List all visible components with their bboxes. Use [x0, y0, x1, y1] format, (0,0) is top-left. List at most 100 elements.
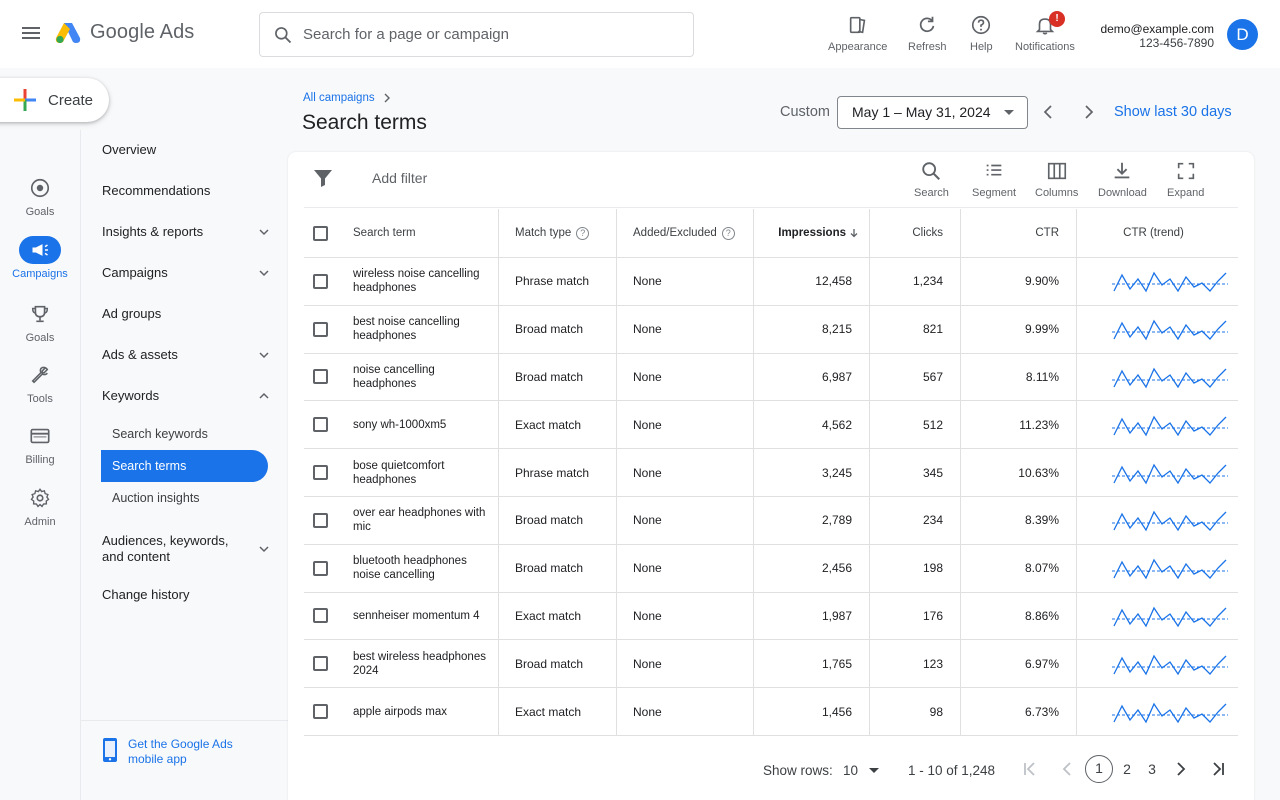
rows-per-page-dropdown[interactable]: 10	[843, 763, 880, 778]
row-checkbox[interactable]	[313, 273, 328, 289]
column-divider	[1076, 258, 1077, 305]
nav-sub-search-terms[interactable]: Search terms	[101, 450, 268, 482]
appearance-button[interactable]: Appearance	[828, 14, 887, 53]
nav-item-audiences[interactable]: Audiences, keywords, and content	[102, 533, 272, 565]
rail-item-billing[interactable]: Billing	[0, 422, 80, 466]
rail-label: Tools	[27, 393, 53, 405]
table-row[interactable]: best wireless headphones 2024 Broad match…	[304, 640, 1238, 689]
mobile-app-link[interactable]: Get the Google Ads mobile app	[101, 737, 238, 767]
col-added-excluded[interactable]: Added/Excluded?	[633, 209, 735, 257]
table-row[interactable]: sony wh-1000xm5 Exact match None 4,562 512 11…	[304, 401, 1238, 450]
search-icon	[922, 162, 941, 180]
breadcrumb[interactable]: All campaigns	[303, 92, 393, 104]
rail-item-admin[interactable]: Admin	[0, 484, 80, 528]
column-divider	[498, 497, 499, 544]
table-row[interactable]: best noise cancelling headphones Broad ma…	[304, 305, 1238, 354]
sparkline-line	[1113, 367, 1227, 389]
table-row[interactable]: bluetooth headphones noise cancelling Bro…	[304, 544, 1238, 593]
row-checkbox[interactable]	[313, 512, 328, 528]
nav-item-ads-assets[interactable]: Ads & assets	[102, 347, 272, 362]
row-checkbox[interactable]	[313, 704, 328, 720]
breadcrumb-link[interactable]: All campaigns	[303, 92, 375, 104]
help-circle-icon[interactable]: ?	[576, 226, 590, 240]
google-ads-logo[interactable]: Google Ads	[55, 21, 194, 44]
add-filter-button[interactable]: Add filter	[372, 170, 427, 186]
rail-item-campaigns[interactable]: Campaigns	[0, 236, 80, 280]
table-row[interactable]: noise cancelling headphones Broad match No…	[304, 353, 1238, 402]
nav-item-campaigns[interactable]: Campaigns	[102, 265, 272, 280]
first-page-icon[interactable]	[1020, 759, 1040, 779]
ctr-cell: 11.23%	[1019, 417, 1059, 432]
tool-download-button[interactable]: Download	[1098, 160, 1147, 199]
next-page-icon[interactable]	[1170, 759, 1190, 779]
table-row[interactable]: apple airpods max Exact match None 1,456 98 6…	[304, 688, 1238, 736]
ctr-sparkline	[1112, 606, 1228, 628]
table-row[interactable]: wireless noise cancelling headphones Phra…	[304, 258, 1238, 306]
nav-item-ad-groups[interactable]: Ad groups	[102, 306, 272, 321]
account-info[interactable]: demo@example.com 123-456-7890	[1100, 22, 1214, 50]
rail-item-goals[interactable]: Goals	[0, 174, 80, 218]
nav-item-keywords[interactable]: Keywords	[102, 388, 272, 403]
row-select-cell	[313, 497, 328, 544]
tool-columns-button[interactable]: Columns	[1035, 160, 1078, 199]
col-impressions[interactable]: Impressions	[753, 209, 859, 257]
chevron-right-icon[interactable]	[1080, 104, 1096, 120]
notifications-button[interactable]: Notifications !	[1015, 11, 1075, 53]
search-term-cell: sony wh-1000xm5	[353, 418, 447, 431]
row-checkbox[interactable]	[313, 465, 328, 481]
row-checkbox[interactable]	[313, 656, 328, 672]
tool-expand-button[interactable]: Expand	[1167, 160, 1204, 199]
col-ctr[interactable]: CTR	[960, 209, 1059, 257]
nav-item-overview[interactable]: Overview	[102, 142, 272, 157]
chevron-left-icon[interactable]	[1041, 104, 1057, 120]
page-button-1[interactable]: 1	[1085, 755, 1113, 783]
global-search[interactable]	[259, 12, 694, 57]
create-button[interactable]: Create	[0, 78, 109, 122]
sort-down-icon	[850, 229, 858, 238]
table-row[interactable]: bose quietcomfort headphones Phrase match…	[304, 449, 1238, 497]
row-checkbox[interactable]	[313, 417, 328, 433]
previous-page-icon[interactable]	[1058, 759, 1078, 779]
row-checkbox[interactable]	[313, 321, 328, 337]
dropdown-arrow-icon	[869, 768, 880, 773]
col-ctr-trend[interactable]: CTR (trend)	[1076, 209, 1231, 257]
page-button-3[interactable]: 3	[1138, 755, 1166, 783]
date-preset-label: Custom	[780, 104, 830, 120]
table-row[interactable]: over ear headphones with mic Broad match N…	[304, 497, 1238, 545]
row-checkbox[interactable]	[313, 608, 328, 624]
filter-icon[interactable]	[313, 168, 333, 188]
date-range-dropdown[interactable]: May 1 – May 31, 2024	[837, 96, 1028, 129]
help-circle-icon[interactable]: ?	[721, 226, 735, 240]
main-menu-icon[interactable]	[20, 24, 42, 42]
nav-label: Ad groups	[102, 306, 162, 321]
nav-item-change-history[interactable]: Change history	[102, 587, 272, 602]
row-checkbox[interactable]	[313, 560, 328, 576]
added-excluded-cell: None	[633, 704, 662, 719]
show-last-30-days-link[interactable]: Show last 30 days	[1114, 104, 1232, 120]
tool-segment-button[interactable]: Segment	[972, 160, 1016, 199]
page-button-2[interactable]: 2	[1113, 755, 1141, 783]
tool-search-button[interactable]: Search	[914, 160, 949, 199]
added-excluded-cell: None	[633, 417, 662, 432]
col-clicks[interactable]: Clicks	[869, 209, 943, 257]
nav-item-recommendations[interactable]: Recommendations	[102, 183, 272, 198]
row-checkbox[interactable]	[313, 369, 328, 385]
search-term-cell: best wireless headphones 2024	[353, 650, 486, 677]
col-search-term[interactable]: Search term	[353, 209, 416, 257]
select-all-checkbox[interactable]	[313, 225, 328, 241]
search-input[interactable]	[303, 26, 663, 43]
nav-item-insights[interactable]: Insights & reports	[102, 224, 272, 239]
nav-sub-search-keywords[interactable]: Search keywords	[112, 427, 208, 441]
rail-item-tools[interactable]: Tools	[0, 361, 80, 405]
nav-label: Recommendations	[102, 183, 211, 198]
col-match-type[interactable]: Match type?	[515, 209, 590, 257]
refresh-button[interactable]: Refresh	[908, 14, 947, 53]
sparkline-line	[1113, 606, 1227, 628]
rail-item-goals-trophy[interactable]: Goals	[0, 300, 80, 344]
column-divider	[498, 688, 499, 735]
avatar[interactable]: D	[1227, 19, 1258, 50]
help-button[interactable]: Help	[970, 14, 993, 53]
nav-sub-auction-insights[interactable]: Auction insights	[112, 491, 200, 505]
table-row[interactable]: sennheiser momentum 4 Exact match None 1,98…	[304, 592, 1238, 641]
last-page-icon[interactable]	[1208, 759, 1228, 779]
